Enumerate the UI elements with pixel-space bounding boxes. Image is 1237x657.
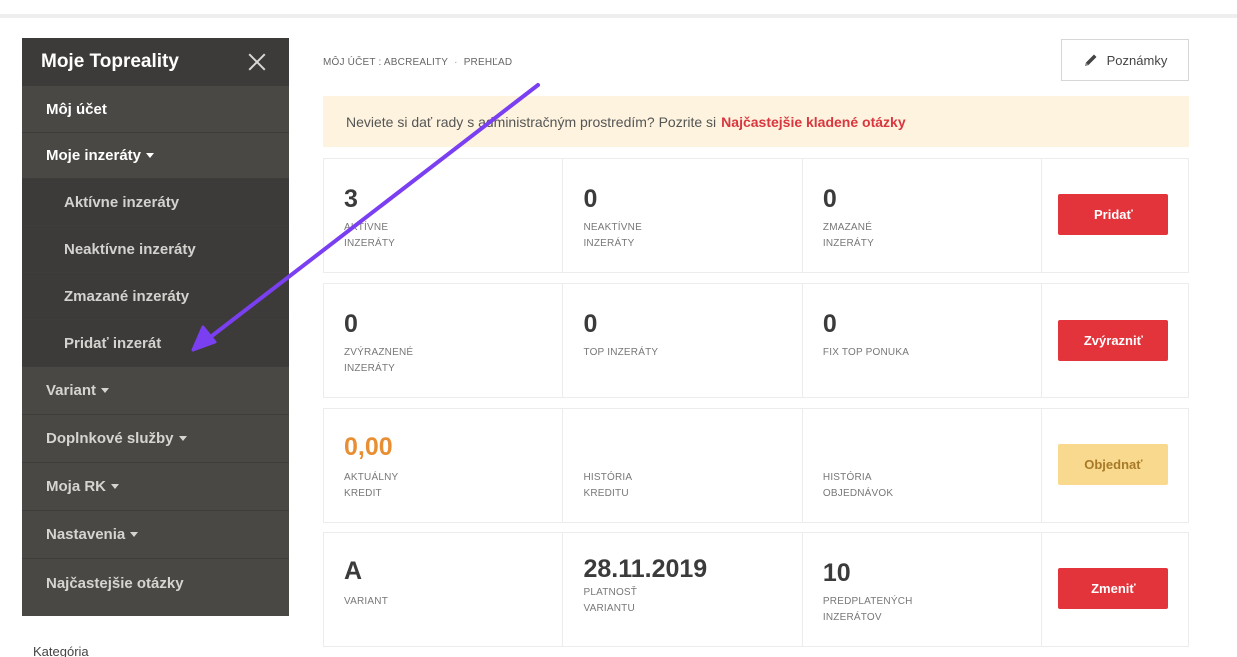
sidebar-item-my-agency[interactable]: Moja RK <box>22 463 289 511</box>
breadcrumb-separator: · <box>454 57 458 68</box>
sidebar-item-label: Môj účet <box>46 100 107 118</box>
stat-cell: HISTÓRIA KREDITU <box>563 409 803 522</box>
action-cell: Zmeniť <box>1042 533 1188 646</box>
sidebar-item-label: Doplnkové služby <box>46 430 174 447</box>
stat-label: NEAKTÍVNE INZERÁTY <box>583 222 642 249</box>
order-history-link[interactable]: HISTÓRIA OBJEDNÁVOK <box>823 470 1013 502</box>
stat-cell: 0 NEAKTÍVNE INZERÁTY <box>563 159 803 272</box>
credit-history-link[interactable]: HISTÓRIA KREDITU <box>583 470 773 502</box>
stat-label: AKTUÁLNY KREDIT <box>344 472 399 499</box>
sidebar-item-label: Nastavenia <box>46 526 126 543</box>
stat-label: ZMAZANÉ INZERÁTY <box>822 222 874 249</box>
caret-down-icon <box>130 532 139 537</box>
action-cell: Zvýrazniť <box>1042 284 1188 397</box>
category-label: Kategória <box>33 644 89 657</box>
faq-link[interactable]: Najčastejšie kladené otázky <box>721 114 905 130</box>
stat-cell: 0 ZMAZANÉ INZERÁTY <box>803 159 1043 272</box>
sidebar-item-label: Moje inzeráty <box>46 147 142 164</box>
caret-down-icon <box>146 153 155 158</box>
stat-cell: 28.11.2019 PLATNOSŤ VARIANTU <box>563 533 803 646</box>
close-icon[interactable] <box>247 52 267 72</box>
sidebar-item-my-account[interactable]: Môj účet <box>22 86 289 133</box>
stats-row-highlight: 0 ZVÝRAZNENÉ INZERÁTY 0 TOP INZERÁTY 0 FI… <box>323 283 1189 398</box>
highlight-button[interactable]: Zvýrazniť <box>1058 320 1169 361</box>
info-banner: Neviete si dať rady s administračným pro… <box>323 96 1189 147</box>
stat-value: 0 <box>583 185 598 213</box>
sidebar-item-variant[interactable]: Variant <box>22 367 289 415</box>
caret-down-icon <box>101 388 110 393</box>
sidebar-title: Moje Topreality <box>41 51 179 72</box>
sidebar-item-add-listing[interactable]: Pridať inzerát <box>22 320 289 367</box>
sidebar-item-my-listings[interactable]: Moje inzeráty <box>22 133 289 179</box>
stat-value: A <box>344 557 363 585</box>
stats-row-listings: 3 AKTÍVNE INZERÁTY 0 NEAKTÍVNE INZERÁTY 0 … <box>323 158 1189 273</box>
stat-cell: A VARIANT <box>324 533 564 646</box>
caret-down-icon <box>111 484 119 489</box>
top-divider <box>0 14 1237 18</box>
stat-value: 28.11.2019 <box>583 555 708 583</box>
sidebar-item-faq[interactable]: Najčastejšie otázky <box>22 559 289 608</box>
stat-label: VARIANT <box>344 596 388 607</box>
breadcrumb-account[interactable]: MÔJ ÚČET : ABCREALITY <box>323 57 448 68</box>
breadcrumb-overview: PREHĽAD <box>463 57 513 68</box>
stat-label: PLATNOSŤ VARIANTU <box>583 587 638 614</box>
order-button[interactable]: Objednať <box>1058 444 1169 485</box>
stat-label: TOP INZERÁTY <box>583 347 659 358</box>
stat-label: AKTÍVNE INZERÁTY <box>344 222 396 249</box>
stats-row-variant: A VARIANT 28.11.2019 PLATNOSŤ VARIANTU 10… <box>323 532 1189 647</box>
stat-value: 0 <box>583 310 598 338</box>
change-button[interactable]: Zmeniť <box>1058 568 1169 609</box>
sidebar-item-label: Pridať inzerát <box>64 334 162 352</box>
stat-cell: 3 AKTÍVNE INZERÁTY <box>324 159 564 272</box>
stat-cell: 10 PREDPLATENÝCH INZERÁTOV <box>803 533 1043 646</box>
stats-row-credit: 0,00 AKTUÁLNY KREDIT HISTÓRIA KREDITU HIST… <box>323 408 1189 523</box>
stat-value: 3 <box>344 185 358 213</box>
stat-label: FIX TOP PONUKA <box>822 347 910 358</box>
credit-value: 0,00 <box>344 433 393 461</box>
sidebar-item-additional-services[interactable]: Doplnkové služby <box>22 415 289 463</box>
stat-value: 0 <box>822 310 837 338</box>
sidebar-item-label: Variant <box>46 382 97 399</box>
stat-value: 0 <box>344 310 358 338</box>
breadcrumb: MÔJ ÚČET : ABCREALITY · PREHĽAD <box>323 57 512 68</box>
caret-down-icon <box>178 436 187 441</box>
add-button[interactable]: Pridať <box>1058 194 1169 235</box>
sidebar-item-label: Aktívne inzeráty <box>64 193 180 211</box>
sidebar-item-active-listings[interactable]: Aktívne inzeráty <box>22 179 289 226</box>
stat-cell: HISTÓRIA OBJEDNÁVOK <box>803 409 1043 522</box>
sidebar-item-label: Moja RK <box>46 478 106 495</box>
stat-cell: 0 TOP INZERÁTY <box>563 284 803 397</box>
stat-value: 0 <box>822 185 837 213</box>
stat-cell: 0 FIX TOP PONUKA <box>803 284 1043 397</box>
sidebar: Moje Topreality Môj účet Moje inzeráty A… <box>22 38 289 616</box>
sidebar-item-deleted-listings[interactable]: Zmazané inzeráty <box>22 273 289 320</box>
stat-label: PREDPLATENÝCH INZERÁTOV <box>822 596 913 623</box>
action-cell: Pridať <box>1042 159 1188 272</box>
sidebar-item-label: Zmazané inzeráty <box>64 287 190 305</box>
pencil-icon <box>1084 54 1097 66</box>
sidebar-item-label: Najčastejšie otázky <box>46 575 184 592</box>
sidebar-header: Moje Topreality <box>22 38 289 86</box>
stat-label: ZVÝRAZNENÉ INZERÁTY <box>344 347 414 374</box>
notes-button[interactable]: Poznámky <box>1061 39 1189 81</box>
sidebar-item-label: Neaktívne inzeráty <box>64 240 196 258</box>
sidebar-item-inactive-listings[interactable]: Neaktívne inzeráty <box>22 226 289 273</box>
stat-value: 10 <box>822 559 851 587</box>
stat-cell: 0,00 AKTUÁLNY KREDIT <box>324 409 564 522</box>
info-banner-text: Neviete si dať rady s administračným pro… <box>346 113 717 130</box>
sidebar-item-settings[interactable]: Nastavenia <box>22 511 289 559</box>
notes-button-label: Poznámky <box>1106 52 1168 68</box>
action-cell: Objednať <box>1042 409 1188 522</box>
stat-cell: 0 ZVÝRAZNENÉ INZERÁTY <box>324 284 564 397</box>
